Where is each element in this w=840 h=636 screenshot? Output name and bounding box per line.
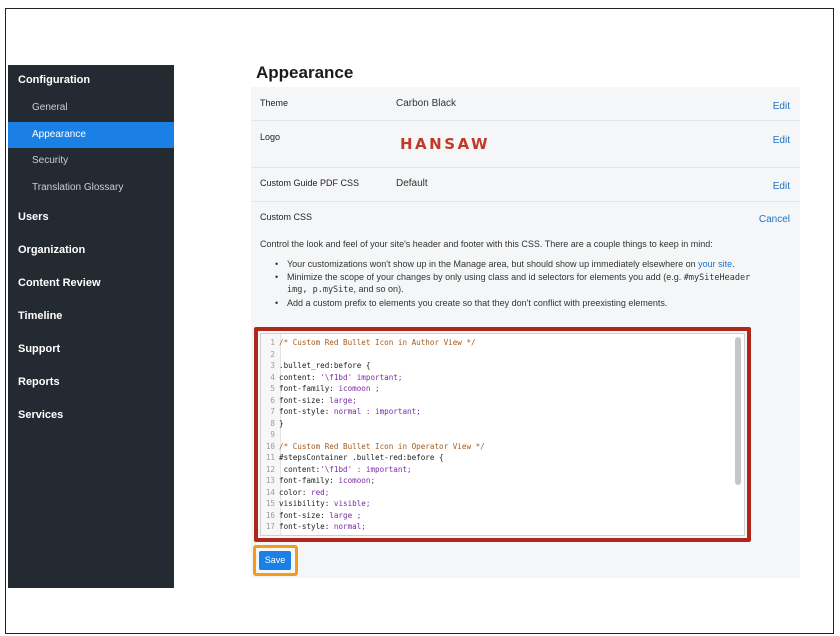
save-button[interactable]: Save [259, 551, 291, 570]
sidebar-section-support[interactable]: Support [8, 333, 174, 366]
tip-text: . [732, 259, 735, 269]
sidebar-item-security[interactable]: Security [8, 148, 174, 175]
pdf-css-label: Custom Guide PDF CSS [260, 178, 360, 188]
custom-css-description: Control the look and feel of your site's… [260, 239, 713, 249]
logo-label: Logo [260, 132, 281, 142]
theme-label: Theme [260, 98, 289, 108]
custom-css-tips: Your customizations won't show up in the… [275, 259, 775, 310]
tip-text: Your customizations won't show up in the… [287, 259, 699, 269]
logo-row: Logo Edit [251, 121, 800, 168]
pdf-css-edit-link[interactable]: Edit [773, 181, 790, 192]
editor-highlight-box [254, 327, 751, 542]
tip-item: Minimize the scope of your changes by on… [275, 272, 775, 297]
sidebar-section-configuration[interactable]: Configuration [8, 65, 174, 95]
tip-text: Add a custom prefix to elements you crea… [287, 297, 668, 308]
sidebar-section-services[interactable]: Services [8, 399, 174, 432]
tip-text: , and so on). [353, 284, 404, 294]
sidebar-section-organization[interactable]: Organization [8, 234, 174, 267]
sidebar-section-reports[interactable]: Reports [8, 366, 174, 399]
sidebar-item-appearance[interactable]: Appearance [8, 121, 174, 148]
page-title: Appearance [256, 63, 354, 82]
tip-item: Add a custom prefix to elements you crea… [275, 298, 775, 310]
theme-value: Carbon Black [396, 98, 457, 109]
sidebar-section-users[interactable]: Users [8, 201, 174, 234]
logo-edit-link[interactable]: Edit [773, 135, 790, 146]
sidebar-section-timeline[interactable]: Timeline [8, 300, 174, 333]
pdf-css-value: Default [396, 178, 428, 189]
tip-item: Your customizations won't show up in the… [275, 259, 775, 271]
sidebar-item-translation-glossary[interactable]: Translation Glossary [8, 175, 174, 202]
custom-css-cancel-link[interactable]: Cancel [759, 214, 790, 225]
sidebar-section-content-review[interactable]: Content Review [8, 267, 174, 300]
sidebar: Configuration General Appearance Securit… [8, 65, 174, 588]
custom-css-label: Custom CSS [260, 212, 313, 222]
sidebar-item-general[interactable]: General [8, 95, 174, 122]
pdf-css-row: Custom Guide PDF CSS Default Edit [251, 168, 800, 202]
theme-edit-link[interactable]: Edit [773, 101, 790, 112]
your-site-link[interactable]: your site [698, 259, 732, 269]
tip-text: Minimize the scope of your changes by on… [287, 271, 684, 282]
site-logo: HANSAW [400, 135, 490, 153]
theme-row: Theme Carbon Black Edit [251, 87, 800, 121]
